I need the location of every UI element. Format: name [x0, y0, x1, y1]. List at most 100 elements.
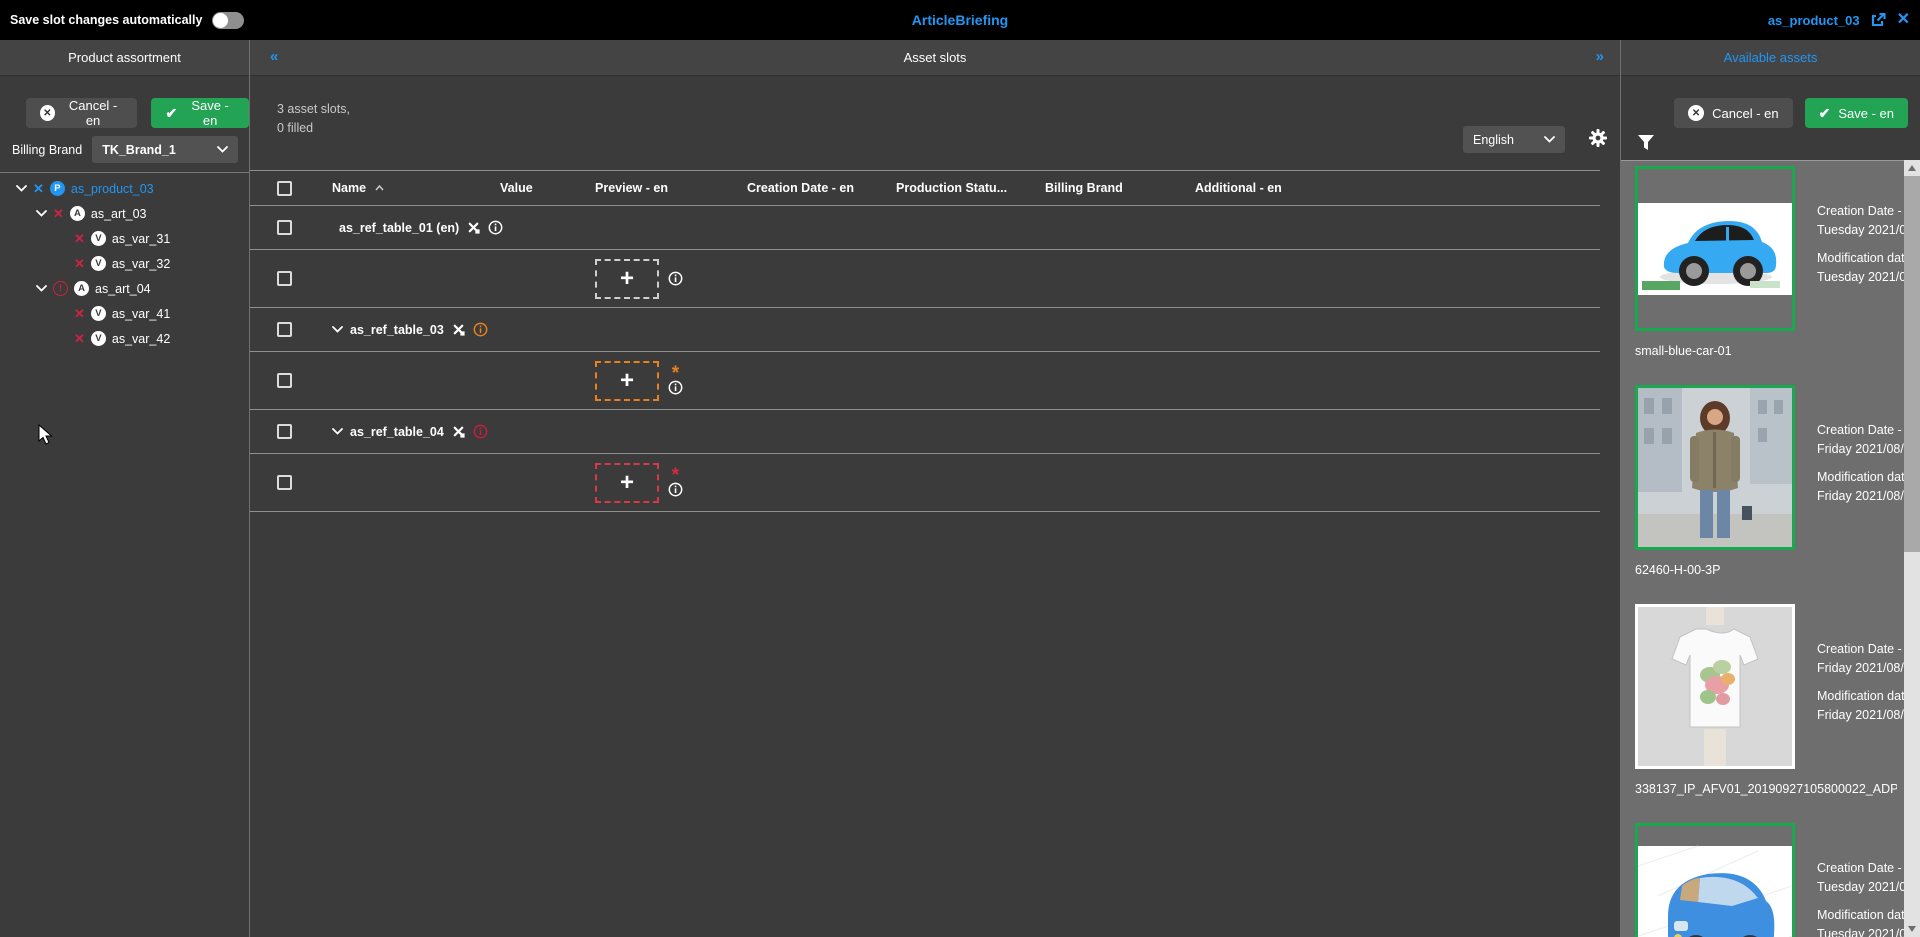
- remove-icon[interactable]: ✕: [74, 257, 85, 270]
- product-assortment-header: Product assortment: [0, 40, 249, 76]
- open-external-icon[interactable]: [1870, 12, 1887, 28]
- chevron-down-icon[interactable]: [332, 428, 343, 435]
- cancel-x-icon: ✕: [1688, 105, 1705, 121]
- slots-summary: 3 asset slots, 0 filled: [277, 100, 350, 138]
- billing-brand-select[interactable]: TK_Brand_1: [92, 136, 238, 163]
- tree-item-label: as_var_42: [111, 331, 171, 346]
- cancel-button[interactable]: ✕ Cancel - en: [26, 98, 138, 128]
- collapse-left-icon[interactable]: «: [270, 48, 278, 65]
- close-icon[interactable]: ✕: [1897, 12, 1910, 28]
- chevron-down-icon: [16, 185, 27, 192]
- asset-thumbnail-selected[interactable]: [1635, 385, 1795, 550]
- warning-icon: !: [53, 281, 68, 296]
- info-icon[interactable]: [668, 482, 683, 497]
- settings-gear-icon[interactable]: [1588, 128, 1608, 148]
- column-billing-brand[interactable]: Billing Brand: [1045, 181, 1195, 195]
- column-name[interactable]: Name: [332, 181, 366, 195]
- required-asterisk-icon: *: [671, 362, 680, 384]
- slot-row: + *: [250, 352, 1600, 410]
- chevron-down-icon[interactable]: [332, 326, 343, 333]
- info-icon[interactable]: [488, 220, 503, 235]
- group-name: as_ref_table_01 (en): [339, 220, 460, 235]
- tree-item-as-var-31[interactable]: ✕ V as_var_31: [0, 226, 250, 251]
- collapse-right-icon[interactable]: »: [1596, 48, 1604, 65]
- column-production-status[interactable]: Production Statu...: [896, 181, 1045, 195]
- asset-card-tshirt[interactable]: Creation Date - en Friday 2021/08/06 Mod…: [1635, 604, 1920, 796]
- asset-name: small-blue-car-01: [1635, 344, 1732, 358]
- column-creation-date[interactable]: Creation Date - en: [747, 181, 896, 195]
- cancel-button-label: Cancel - en: [1712, 105, 1779, 121]
- assortment-tree: ✕ P as_product_03 ✕ A as_art_03 ✕ V as_v…: [0, 176, 250, 351]
- sort-ascending-icon: [375, 185, 384, 191]
- asset-slots-title: Asset slots: [903, 50, 967, 65]
- warning-info-icon[interactable]: [473, 322, 488, 337]
- asset-card-blue-car-2[interactable]: Creation Date - en Tuesday 2021/0... Mod…: [1635, 823, 1920, 937]
- save-button[interactable]: ✔ Save - en: [151, 98, 249, 128]
- remove-icon[interactable]: ✕: [74, 332, 85, 345]
- slots-summary-line2: 0 filled: [277, 121, 314, 135]
- add-asset-button[interactable]: +: [595, 462, 659, 503]
- add-asset-button[interactable]: +: [595, 258, 659, 299]
- asset-thumbnail-selected[interactable]: [1635, 823, 1795, 937]
- save-button[interactable]: ✔ Save - en: [1804, 98, 1908, 128]
- tree-item-as-var-41[interactable]: ✕ V as_var_41: [0, 301, 250, 326]
- remove-icon[interactable]: ✕: [53, 207, 64, 220]
- tree-item-as-var-42[interactable]: ✕ V as_var_42: [0, 326, 250, 351]
- unlink-icon: [451, 424, 466, 439]
- assets-scrollbar[interactable]: [1904, 160, 1920, 937]
- column-preview[interactable]: Preview - en: [595, 181, 747, 195]
- slot-row: +: [250, 250, 1600, 308]
- available-assets-title: Available assets: [1723, 50, 1818, 65]
- asset-slots-table: Name Value Preview - en Creation Date - …: [250, 170, 1600, 512]
- row-checkbox[interactable]: [277, 373, 292, 388]
- error-info-icon[interactable]: [473, 424, 488, 439]
- asset-thumbnail[interactable]: [1635, 604, 1795, 769]
- chevron-down-icon: [36, 285, 47, 292]
- column-additional[interactable]: Additional - en: [1195, 181, 1600, 195]
- row-checkbox[interactable]: [277, 475, 292, 490]
- column-value[interactable]: Value: [500, 181, 595, 195]
- remove-icon[interactable]: ✕: [74, 307, 85, 320]
- unlink-icon: [466, 220, 481, 235]
- scrollbar-thumb[interactable]: [1904, 176, 1920, 552]
- available-assets-panel: Available assets ✕ Cancel - en ✔ Save - …: [1620, 40, 1920, 937]
- save-button-label: Save - en: [191, 98, 229, 128]
- asset-name: 338137_IP_AFV01_20190927105800022_ADP...: [1635, 782, 1897, 796]
- jacket-photo-image: [1638, 388, 1792, 547]
- language-select[interactable]: English: [1463, 126, 1565, 153]
- tree-item-as-art-03[interactable]: ✕ A as_art_03: [0, 201, 250, 226]
- available-assets-header: Available assets: [1621, 40, 1920, 76]
- billing-brand-label: Billing Brand: [12, 142, 83, 157]
- scroll-down-icon[interactable]: [1904, 921, 1920, 937]
- row-checkbox[interactable]: [277, 322, 292, 337]
- remove-icon[interactable]: ✕: [74, 232, 85, 245]
- info-icon[interactable]: [668, 271, 683, 286]
- asset-thumbnail-selected[interactable]: [1635, 166, 1795, 331]
- tree-item-label: as_art_04: [95, 281, 151, 296]
- tree-item-as-var-32[interactable]: ✕ V as_var_32: [0, 251, 250, 276]
- chevron-down-icon: [36, 210, 47, 217]
- scroll-up-icon[interactable]: [1904, 160, 1920, 176]
- info-icon[interactable]: [668, 380, 683, 395]
- tree-item-as-product-03[interactable]: ✕ P as_product_03: [0, 176, 250, 201]
- tree-item-label: as_var_41: [111, 306, 171, 321]
- filter-icon[interactable]: [1637, 134, 1655, 151]
- asset-slots-header: « Asset slots »: [250, 40, 1620, 76]
- tree-item-as-art-04[interactable]: ! A as_art_04: [0, 276, 250, 301]
- row-checkbox[interactable]: [277, 424, 292, 439]
- asset-card-small-blue-car[interactable]: Creation Date - en Tuesday 2021/0... Mod…: [1635, 166, 1920, 358]
- product-assortment-panel: Product assortment ✕ Cancel - en ✔ Save …: [0, 40, 250, 937]
- remove-icon[interactable]: ✕: [33, 182, 44, 195]
- article-badge: A: [69, 206, 85, 221]
- row-checkbox[interactable]: [277, 220, 292, 235]
- variant-badge: V: [90, 331, 106, 346]
- select-all-checkbox[interactable]: [277, 180, 292, 196]
- asset-card-jacket[interactable]: Creation Date - en Friday 2021/08/06 Mod…: [1635, 385, 1920, 577]
- cancel-button[interactable]: ✕ Cancel - en: [1674, 98, 1793, 128]
- row-checkbox[interactable]: [277, 271, 292, 286]
- add-asset-button[interactable]: +: [595, 360, 659, 401]
- asset-slots-panel: « Asset slots » 3 asset slots, 0 filled …: [250, 40, 1620, 937]
- variant-badge: V: [90, 231, 106, 246]
- slots-summary-line1: 3 asset slots,: [277, 102, 350, 116]
- product-assortment-title: Product assortment: [68, 50, 181, 65]
